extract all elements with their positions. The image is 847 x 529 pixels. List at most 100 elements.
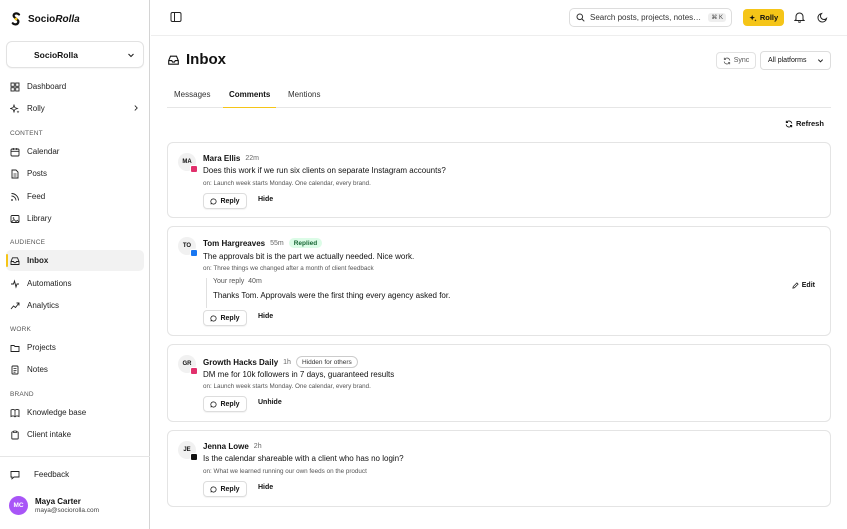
reply-button[interactable]: Reply [203,310,247,326]
comment-author: Mara Ellis [203,154,241,163]
unhide-button[interactable]: Unhide [258,399,282,406]
hide-button[interactable]: Hide [258,313,273,320]
nav-calendar[interactable]: Calendar [6,141,144,162]
platform-filter-value: All platforms [768,57,807,64]
calendar-icon [10,147,20,156]
reply-button[interactable]: Reply [203,481,247,497]
nav-inbox-label: Inbox [27,256,49,265]
reply-button[interactable]: Reply [203,193,247,209]
nav-rolly[interactable]: Rolly [6,98,144,119]
nav-dashboard-label: Dashboard [27,82,67,91]
user-email: maya@sociorolla.com [35,507,100,514]
your-reply-time: 40m [248,278,262,285]
nav-feed[interactable]: Feed [6,186,144,207]
your-reply-text: Thanks Tom. Approvals were the first thi… [213,291,451,300]
user-profile[interactable]: MC Maya Carter maya@sociorolla.com [9,496,99,515]
comment-post-ref: on: What we learned running our own feed… [203,468,367,475]
comment-card: TO Tom Hargreaves 55m Replied The approv… [167,226,831,336]
nav-automations[interactable]: Automations [6,273,144,294]
nav-knowledge-base[interactable]: Knowledge base [6,402,144,423]
reply-button[interactable]: Reply [203,396,247,412]
status-badge: Replied [288,238,323,248]
sync-icon [723,57,730,64]
nav-analytics[interactable]: Analytics [6,295,144,316]
threads-icon [190,453,198,461]
section-work: WORK [10,326,32,333]
page-title-text: Inbox [186,51,226,68]
reply-icon [210,198,217,204]
facebook-icon [190,249,198,257]
nav-client-intake[interactable]: Client intake [6,424,144,445]
chat-icon [10,470,20,480]
workspace-name: SocioRolla [34,49,78,60]
hide-button[interactable]: Hide [258,484,273,491]
sync-button[interactable]: Sync [716,52,756,69]
sparkle-icon [749,14,757,21]
page-title: Inbox [167,51,226,68]
nav-projects-label: Projects [27,343,56,352]
workspace-avatar [19,47,33,62]
nav-projects[interactable]: Projects [6,337,144,358]
comment-card: MA Mara Ellis 22m Does this work if we r… [167,142,831,218]
comment-text: The approvals bit is the part we actuall… [203,252,415,261]
your-reply: Your reply 40m Thanks Tom. Approvals wer… [206,278,826,308]
refresh-label: Refresh [796,119,824,128]
note-icon [11,365,19,374]
reply-icon [210,401,217,407]
section-content: CONTENT [10,130,43,137]
inbox-icon [168,55,179,65]
nav-notes[interactable]: Notes [6,359,144,380]
comment-post-ref: on: Three things we changed after a mont… [203,265,374,272]
sidebar: SocioRolla SocioRolla Dashboard Rolly CO… [0,0,150,529]
refresh-button[interactable]: Refresh [785,119,824,128]
nav-notes-label: Notes [27,365,48,374]
sidebar-divider [0,456,150,457]
nav-dashboard[interactable]: Dashboard [6,76,144,97]
comment-text: DM me for 10k followers in 7 days, guara… [203,370,395,379]
hide-button[interactable]: Hide [258,196,273,203]
nav-client-intake-label: Client intake [27,430,72,439]
search-shortcut: ⌘ K [708,13,726,22]
tab-messages[interactable]: Messages [174,90,210,108]
tab-comments[interactable]: Comments [222,90,277,108]
automation-icon [11,278,19,289]
brand-logo[interactable]: SocioRolla [10,12,80,26]
search-input[interactable]: Search posts, projects, notes… ⌘ K [569,8,732,27]
chevron-down-icon [817,59,824,63]
refresh-icon [785,120,793,127]
reply-icon [210,315,217,321]
comment-time: 55m [270,239,284,247]
nav-library[interactable]: Library [6,208,144,229]
nav-posts[interactable]: Posts [6,163,144,184]
your-reply-label: Your reply [213,278,245,285]
analytics-icon [10,302,20,309]
rss-icon [11,192,19,201]
reply-icon [210,486,217,492]
sparkle-icon [10,103,20,113]
tab-mentions[interactable]: Mentions [288,90,320,108]
clipboard-icon [11,430,19,439]
comment-author: Growth Hacks Daily [203,357,279,367]
book-icon [10,408,20,417]
nav-automations-label: Automations [27,279,72,288]
nav-feedback-label: Feedback [34,470,70,479]
comment-avatar: JE [178,441,198,461]
nav-calendar-label: Calendar [27,147,60,156]
dashboard-icon [10,82,20,91]
comment-text: Does this work if we run six clients on … [203,166,446,175]
search-icon [576,13,585,22]
comment-time: 2h [253,443,262,450]
moon-icon[interactable] [816,11,828,23]
workspace-switcher[interactable]: SocioRolla [6,41,144,68]
edit-button[interactable]: Edit [792,282,815,289]
platform-filter[interactable]: All platforms [760,51,831,70]
nav-feedback[interactable]: Feedback [6,464,144,485]
image-icon [10,214,20,223]
nav-inbox[interactable]: Inbox [6,250,144,271]
bell-icon[interactable] [793,11,805,23]
sidebar-toggle-icon[interactable] [170,11,182,23]
comment-post-ref: on: Launch week starts Monday. One calen… [203,180,371,187]
section-brand: BRAND [10,391,34,398]
rolly-button[interactable]: Rolly [743,9,784,26]
comment-avatar: MA [178,153,198,173]
